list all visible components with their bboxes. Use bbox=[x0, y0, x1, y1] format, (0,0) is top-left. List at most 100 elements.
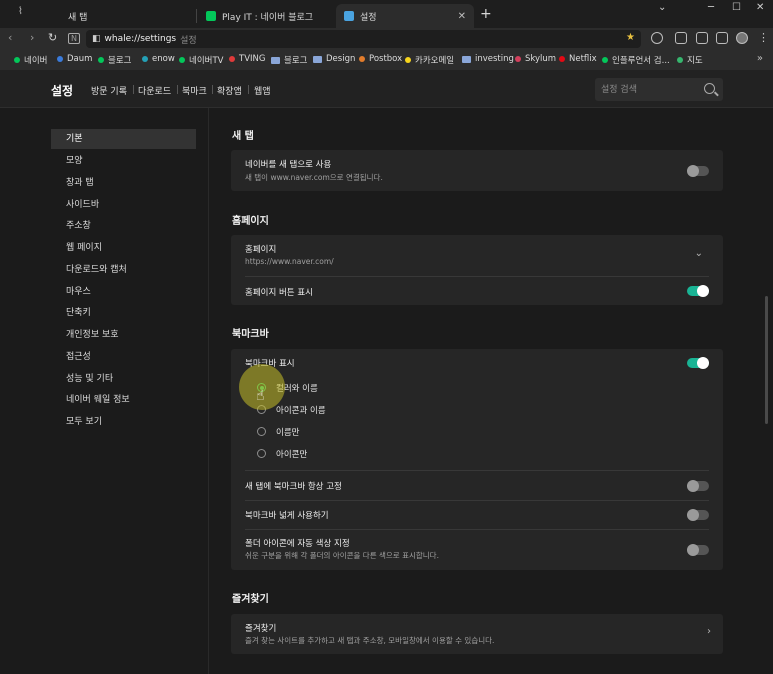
radio-name-only[interactable] bbox=[257, 427, 266, 436]
url-suffix-text: 설정 bbox=[180, 35, 197, 46]
bookmark-item[interactable]: 네이버TV bbox=[179, 54, 223, 66]
sidebar-item-about[interactable]: 네이버 웨일 정보 bbox=[51, 390, 196, 410]
bookmark-item[interactable]: Postbox bbox=[359, 54, 402, 64]
bookmark-favicon-icon bbox=[359, 56, 365, 62]
forward-icon[interactable]: › bbox=[30, 31, 34, 44]
bookmark-favicon-icon bbox=[98, 57, 104, 63]
bookmark-item[interactable]: enow bbox=[142, 54, 175, 64]
reload-icon[interactable]: ↻ bbox=[48, 31, 57, 44]
row-divider bbox=[245, 470, 709, 471]
bookmarkbar-show-toggle[interactable] bbox=[687, 357, 709, 369]
sidebar-item-all[interactable]: 모두 보기 bbox=[51, 412, 196, 432]
radio-icon-only[interactable] bbox=[257, 449, 266, 458]
bookmark-favicon-icon bbox=[405, 57, 411, 63]
nav-extensions[interactable]: 확장앱 bbox=[217, 84, 242, 97]
chevron-down-icon[interactable]: ⌄ bbox=[695, 248, 703, 259]
menu-icon[interactable]: ⋮ bbox=[758, 31, 769, 44]
maximize-icon[interactable]: ☐ bbox=[732, 2, 741, 13]
sidebar-item-addressbar[interactable]: 주소창 bbox=[51, 216, 196, 236]
naver-home-icon[interactable]: N bbox=[68, 33, 80, 44]
bookmark-folder[interactable]: investing bbox=[462, 54, 514, 64]
sidebar-item-basic[interactable]: 기본 bbox=[51, 129, 196, 149]
minimize-icon[interactable]: ─ bbox=[708, 2, 714, 13]
new-tab-button[interactable]: + bbox=[480, 6, 492, 22]
whale-logo-icon: ⌇ bbox=[18, 6, 23, 17]
homepage-url: https://www.naver.com/ bbox=[245, 257, 334, 266]
sidebar-item-shortcuts[interactable]: 단축키 bbox=[51, 303, 196, 323]
bookmark-star-icon[interactable]: ★ bbox=[626, 32, 635, 43]
bookmark-item[interactable]: 카카오메일 bbox=[405, 54, 454, 66]
bookmark-item[interactable]: 지도 bbox=[677, 54, 703, 66]
sidebar-item-accessibility[interactable]: 접근성 bbox=[51, 347, 196, 367]
tab-label: 새 탭 bbox=[68, 12, 88, 23]
bookmark-folder[interactable]: 블로그 bbox=[271, 54, 307, 66]
chevron-right-icon[interactable]: › bbox=[707, 626, 711, 637]
tab-label: Play IT : 네이버 블로그 bbox=[222, 12, 314, 23]
sidebar-item-sidebar[interactable]: 사이드바 bbox=[51, 195, 196, 215]
bookmark-item[interactable]: Skylum bbox=[515, 54, 556, 64]
row-title: 북마크바 넓게 사용하기 bbox=[245, 511, 329, 521]
bookmark-item[interactable]: 인플루언서 검... bbox=[602, 54, 670, 66]
tab-label: 설정 bbox=[360, 12, 377, 23]
row-title: 홈페이지 버튼 표시 bbox=[245, 288, 313, 298]
toggle-knob bbox=[697, 357, 709, 369]
sidebar-item-mouse[interactable]: 마우스 bbox=[51, 282, 196, 302]
toggle-knob bbox=[687, 480, 699, 492]
nav-webapps[interactable]: 웹앱 bbox=[254, 84, 271, 97]
sidebar-icon[interactable] bbox=[675, 32, 687, 44]
scrollbar[interactable] bbox=[765, 296, 768, 424]
tab-new-tab[interactable]: 새 탭 bbox=[60, 4, 190, 28]
sidebar-item-windows-tabs[interactable]: 창과 탭 bbox=[51, 173, 196, 193]
close-window-icon[interactable]: ✕ bbox=[756, 2, 764, 13]
bookmark-item[interactable]: Netflix bbox=[559, 54, 597, 64]
chevron-right-double-icon[interactable]: » bbox=[757, 53, 763, 64]
bookmark-favicon-icon bbox=[229, 56, 235, 62]
address-bar[interactable]: ◧ whale://settings 설정 ★ bbox=[86, 30, 641, 48]
radio-label: 아이콘과 이름 bbox=[276, 406, 326, 416]
tab-divider bbox=[196, 9, 197, 23]
nav-bookmarks[interactable]: 북마크 bbox=[182, 84, 207, 97]
bookmark-item[interactable]: 네이버 bbox=[14, 54, 47, 66]
nav-history[interactable]: 방문 기록 bbox=[91, 84, 127, 97]
row-title: 폴더 아이콘에 자동 색상 지정 bbox=[245, 539, 350, 549]
nav-downloads[interactable]: 다운로드 bbox=[138, 84, 171, 97]
radio-label: 아이콘만 bbox=[276, 450, 308, 460]
chevron-down-icon[interactable]: ⌄ bbox=[658, 2, 666, 13]
sidebar-item-webpage[interactable]: 웹 페이지 bbox=[51, 238, 196, 258]
naver-newtab-toggle[interactable] bbox=[687, 165, 709, 177]
whale-page-icon: ◧ bbox=[92, 34, 101, 44]
split-view-icon[interactable] bbox=[716, 32, 728, 44]
row-title: 홈페이지 bbox=[245, 245, 277, 255]
naver-blog-favicon-icon bbox=[206, 11, 216, 21]
search-input[interactable] bbox=[601, 83, 697, 96]
sidebar-item-privacy[interactable]: 개인정보 보호 bbox=[51, 325, 196, 345]
bookmark-item[interactable]: TVING bbox=[229, 54, 265, 64]
sidebar-item-download-capture[interactable]: 다운로드와 캡처 bbox=[51, 260, 196, 280]
bookmark-item[interactable]: Daum bbox=[57, 54, 92, 64]
bookmarks-bar: 네이버 Daum 블로그 enow 네이버TV TVING 블로그 Design… bbox=[0, 50, 773, 70]
bookmarkbar-pin-toggle[interactable] bbox=[687, 480, 709, 492]
folder-icon bbox=[313, 55, 322, 63]
back-icon[interactable]: ‹ bbox=[8, 31, 12, 44]
avatar[interactable] bbox=[736, 32, 748, 44]
sidebar-item-performance[interactable]: 성능 및 기타 bbox=[51, 369, 196, 389]
folder-color-toggle[interactable] bbox=[687, 544, 709, 556]
tab-settings[interactable]: 설정 ✕ bbox=[336, 4, 474, 28]
sidebar-item-appearance[interactable]: 모양 bbox=[51, 151, 196, 171]
nav-separator bbox=[133, 85, 134, 94]
homepage-button-toggle[interactable] bbox=[687, 285, 709, 297]
tab-blog[interactable]: Play IT : 네이버 블로그 bbox=[198, 4, 334, 28]
bookmarkbar-wide-toggle[interactable] bbox=[687, 509, 709, 521]
settings-search[interactable] bbox=[595, 78, 723, 101]
capture-icon[interactable] bbox=[696, 32, 708, 44]
section-title-newtab: 새 탭 bbox=[232, 131, 254, 142]
row-desc: 새 탭이 www.naver.com으로 연결됩니다. bbox=[245, 173, 383, 182]
search-icon[interactable] bbox=[704, 83, 715, 94]
bookmark-folder[interactable]: Design bbox=[313, 54, 355, 64]
extensions-icon[interactable] bbox=[651, 32, 663, 44]
card-favorites[interactable]: 즐겨찾기 즐겨 찾는 사이트를 추가하고 새 탭과 주소창, 모바일창에서 이용… bbox=[231, 614, 723, 654]
close-tab-icon[interactable]: ✕ bbox=[458, 11, 466, 22]
bookmark-item[interactable]: 블로그 bbox=[98, 54, 131, 66]
toggle-knob bbox=[687, 544, 699, 556]
row-title: 네이버를 새 탭으로 사용 bbox=[245, 160, 332, 170]
